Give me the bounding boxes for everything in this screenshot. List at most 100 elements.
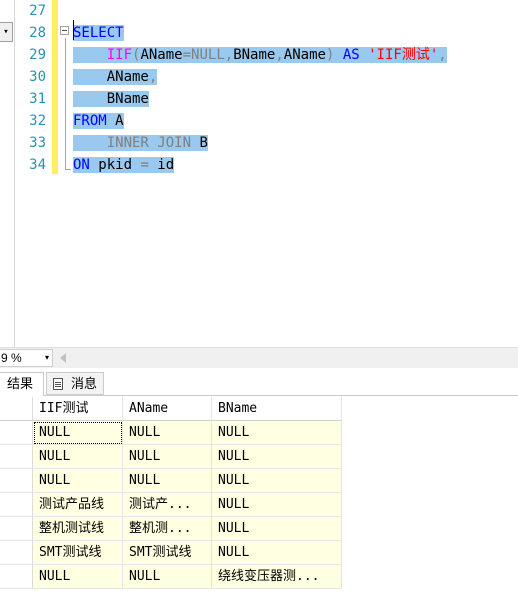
fold-guide-line — [65, 38, 66, 170]
code-token: BName — [106, 91, 149, 107]
cell-bname[interactable]: NULL — [212, 421, 342, 445]
cell-aname[interactable]: 整机测... — [123, 517, 212, 541]
chevron-down-icon: ▾ — [3, 27, 9, 37]
scroll-left-arrow-icon[interactable] — [60, 353, 66, 363]
code-token: AS — [342, 47, 360, 63]
change-tracking-bar — [52, 0, 58, 174]
text-cursor — [73, 20, 74, 40]
zoom-value: 9 % — [1, 351, 22, 365]
editor-status-bar: 9 % ▾ — [0, 347, 518, 368]
cell-bname[interactable]: NULL — [212, 445, 342, 469]
cell-iif[interactable]: NULL — [33, 445, 123, 469]
code-token: id — [148, 157, 175, 173]
column-header-iif[interactable]: IIF测试 — [33, 397, 123, 421]
code-token: , — [438, 47, 447, 63]
chevron-down-icon: ▾ — [44, 353, 49, 362]
cell-bname[interactable]: NULL — [212, 517, 342, 541]
line-number: 33 — [29, 135, 46, 151]
editor-left-strip — [0, 0, 15, 347]
cell-iif[interactable]: SMT测试线 — [33, 541, 123, 565]
code-token: , — [224, 47, 234, 63]
results-tab-bar: 结果 消息 — [0, 369, 518, 396]
line-number: 28 — [29, 25, 46, 41]
line-number: 29 — [29, 47, 46, 63]
code-token: ON — [73, 157, 90, 173]
code-line: INNER JOIN B — [73, 132, 208, 154]
code-token: 'IIF测试' — [368, 47, 439, 63]
column-header-aname[interactable]: AName — [123, 397, 212, 421]
cell-aname[interactable]: SMT测试线 — [123, 541, 212, 565]
code-token: , — [275, 47, 284, 63]
code-line: FROM A — [73, 110, 124, 132]
cell-bname[interactable]: 绕线变压器测... — [212, 565, 342, 589]
results-grid[interactable]: IIF测试 AName BName NULL NULL NULL NULL NULL NU… — [0, 397, 518, 611]
row-header[interactable] — [0, 517, 33, 541]
code-token: INNER JOIN — [106, 135, 192, 151]
cell-iif[interactable]: 整机测试线 — [33, 517, 123, 541]
row-header[interactable] — [0, 541, 33, 565]
line-number: 27 — [29, 3, 46, 19]
cell-iif[interactable]: NULL — [33, 421, 123, 445]
line-number: 32 — [29, 113, 46, 129]
code-token: FROM — [73, 113, 107, 129]
line-number: 30 — [29, 69, 46, 85]
code-token: = — [140, 157, 149, 173]
code-line: SELECT — [73, 22, 124, 44]
collapse-icon[interactable] — [60, 26, 69, 35]
cell-iif[interactable]: NULL — [33, 469, 123, 493]
tab-messages[interactable]: 消息 — [46, 372, 104, 395]
code-line: BName — [73, 88, 149, 110]
row-header[interactable] — [0, 445, 33, 469]
tab-results[interactable]: 结果 — [0, 372, 44, 396]
cell-aname[interactable]: 测试产... — [123, 493, 212, 517]
zoom-select[interactable]: 9 % ▾ — [0, 349, 53, 367]
code-token: AName — [283, 47, 326, 63]
cell-bname[interactable]: NULL — [212, 493, 342, 517]
cell-aname[interactable]: NULL — [123, 469, 212, 493]
selection-highlight: INNER JOIN B — [73, 135, 208, 151]
cell-aname[interactable]: NULL — [123, 421, 212, 445]
code-token: BName — [233, 47, 276, 63]
messages-icon — [53, 378, 63, 390]
line-number-gutter: 27 28 29 30 31 32 33 34 — [14, 0, 52, 347]
code-token: NULL — [191, 47, 225, 63]
code-token: AName — [140, 47, 183, 63]
code-line: ON pkid = id — [73, 154, 175, 176]
selection-highlight: FROM A — [73, 113, 124, 129]
code-token: A — [106, 113, 124, 129]
code-line: IIF(AName=NULL,BName,AName) AS 'IIF测试', — [73, 44, 447, 66]
tab-results-label: 结果 — [7, 376, 34, 391]
cell-aname[interactable]: NULL — [123, 445, 212, 469]
tab-messages-label: 消息 — [71, 376, 98, 391]
grid-corner[interactable] — [0, 397, 33, 421]
cell-bname[interactable]: NULL — [212, 541, 342, 565]
query-editor[interactable]: ▾ 27 28 29 30 31 32 33 34 SELECT IIF(AName=NULL… — [0, 0, 518, 347]
fold-guide-end — [65, 169, 71, 170]
row-header[interactable] — [0, 493, 33, 517]
line-number: 34 — [29, 157, 46, 173]
code-token: SELECT — [73, 25, 124, 41]
row-header[interactable] — [0, 565, 33, 589]
code-token: , — [148, 69, 158, 85]
selection-highlight: IIF(AName=NULL,BName,AName) AS 'IIF测试', — [73, 47, 447, 63]
row-header[interactable] — [0, 421, 33, 445]
navigation-dropdown[interactable]: ▾ — [0, 22, 13, 42]
selection-highlight: BName — [73, 91, 149, 107]
column-header-bname[interactable]: BName — [212, 397, 342, 421]
selection-highlight: ON pkid = id — [73, 157, 175, 173]
cell-aname[interactable]: NULL — [123, 565, 212, 589]
code-token: pkid — [89, 157, 141, 173]
selection-highlight: SELECT — [73, 25, 124, 41]
cell-iif[interactable]: NULL — [33, 565, 123, 589]
code-token: IIF — [106, 47, 133, 63]
selection-highlight: AName, — [73, 69, 158, 85]
cell-iif[interactable]: 测试产品线 — [33, 493, 123, 517]
cell-bname[interactable]: NULL — [212, 469, 342, 493]
code-line: AName, — [73, 66, 158, 88]
row-header[interactable] — [0, 469, 33, 493]
